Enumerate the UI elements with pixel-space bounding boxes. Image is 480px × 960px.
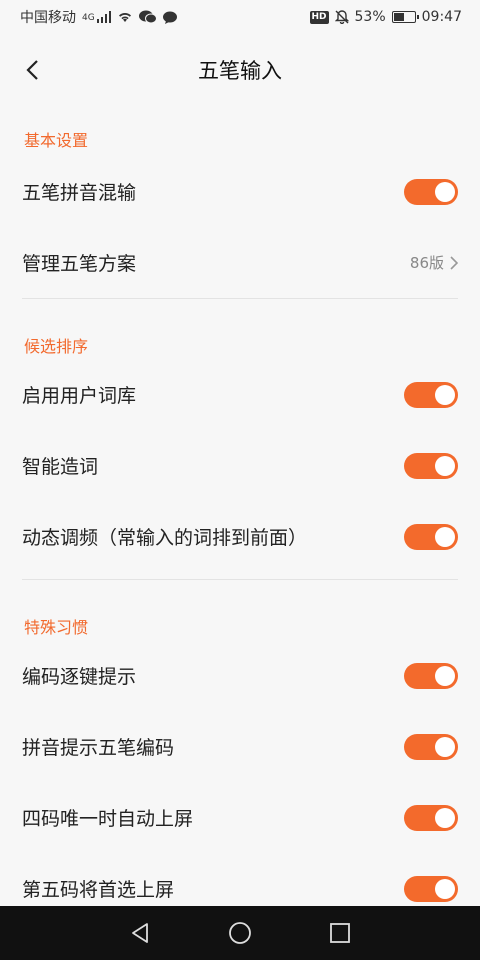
setting-label: 第五码将首选上屏: [22, 879, 175, 901]
section-title-special-habits: 特殊习惯: [24, 618, 89, 637]
dynamic-frequency-toggle[interactable]: [404, 523, 458, 550]
nav-recents-button[interactable]: [320, 913, 360, 953]
setting-row-mixed-input[interactable]: 五笔拼音混输: [0, 156, 480, 227]
setting-label: 拼音提示五笔编码: [22, 737, 175, 759]
chevron-left-icon: [26, 60, 38, 80]
status-right: HD 53% 09:47: [309, 9, 462, 25]
setting-label: 编码逐键提示: [22, 666, 137, 688]
message-icon: [162, 11, 177, 24]
setting-label: 管理五笔方案: [22, 253, 137, 275]
wifi-icon: [117, 11, 133, 23]
setting-row-smart-words[interactable]: 智能造词: [0, 430, 480, 501]
navigation-bar: [0, 906, 480, 960]
header: 五笔输入: [0, 34, 480, 106]
hd-badge: HD: [309, 10, 329, 24]
page-title: 五笔输入: [198, 59, 282, 83]
clock: 09:47: [421, 9, 462, 25]
wechat-icon: [138, 10, 157, 24]
setting-label: 动态调频（常输入的词排到前面）: [22, 527, 308, 549]
setting-row-auto-commit[interactable]: 四码唯一时自动上屏: [0, 782, 480, 853]
section-title-basic: 基本设置: [24, 131, 89, 150]
setting-row-dynamic-frequency[interactable]: 动态调频（常输入的词排到前面）: [0, 501, 480, 572]
carrier-name: 中国移动: [20, 10, 76, 26]
setting-row-user-dictionary[interactable]: 启用用户词库: [0, 359, 480, 430]
setting-label: 智能造词: [22, 456, 99, 478]
mute-icon: [334, 10, 349, 24]
fifth-code-toggle[interactable]: [404, 875, 458, 902]
pinyin-hint-toggle[interactable]: [404, 733, 458, 760]
scheme-version: 86版: [409, 254, 444, 272]
auto-commit-toggle[interactable]: [404, 804, 458, 831]
chevron-right-icon: [450, 255, 458, 270]
mixed-input-toggle[interactable]: [404, 178, 458, 205]
setting-label: 四码唯一时自动上屏: [22, 808, 194, 830]
status-left: 中国移动 4G: [20, 7, 177, 27]
code-hint-toggle[interactable]: [404, 662, 458, 689]
back-button[interactable]: [12, 50, 52, 90]
setting-row-code-hint[interactable]: 编码逐键提示: [0, 640, 480, 711]
section-title-candidate-order: 候选排序: [24, 337, 89, 356]
nav-home-button[interactable]: [220, 913, 260, 953]
settings-list: 基本设置 五笔拼音混输 管理五笔方案 86版 候选排序 启用用户词库 智能造词 …: [0, 106, 480, 924]
screen: 中国移动 4G HD 53% 09:47 五笔输入 基本设置 五笔拼音混输 管理…: [0, 0, 480, 960]
status-bar: 中国移动 4G HD 53% 09:47: [0, 0, 480, 34]
square-recents-icon: [330, 923, 350, 943]
setting-label: 启用用户词库: [22, 385, 137, 407]
circle-home-icon: [229, 922, 251, 944]
setting-row-pinyin-hint[interactable]: 拼音提示五笔编码: [0, 711, 480, 782]
setting-row-manage-scheme[interactable]: 管理五笔方案 86版: [0, 227, 480, 298]
signal-icon: [96, 11, 111, 23]
scheme-value: 86版: [410, 252, 458, 273]
battery-percent: 53%: [354, 9, 386, 25]
network-type: 4G: [82, 13, 95, 23]
smart-words-toggle[interactable]: [404, 452, 458, 479]
user-dictionary-toggle[interactable]: [404, 381, 458, 408]
nav-back-button[interactable]: [120, 913, 160, 953]
triangle-back-icon: [132, 923, 148, 943]
setting-label: 五笔拼音混输: [22, 182, 137, 204]
battery-icon: [391, 11, 419, 23]
